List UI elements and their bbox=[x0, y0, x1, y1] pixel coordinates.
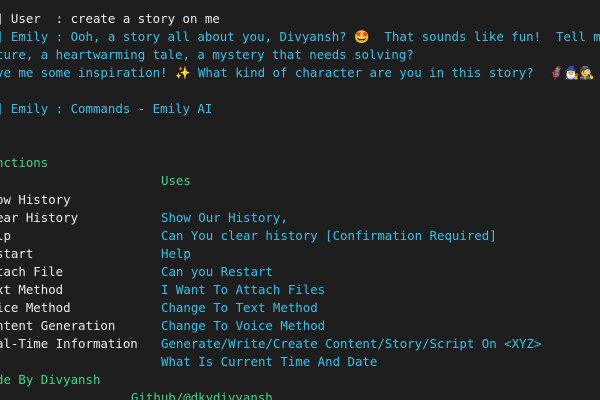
table-row: ear History Can You clear history [Confi… bbox=[0, 191, 600, 243]
emily-response-line-3: ve me some inspiration! ✨ What kind of c… bbox=[0, 65, 595, 80]
github-handle: Github/@dkydivyansh bbox=[131, 390, 273, 400]
function-use: Generate/Write/Create Content/Story/Scri… bbox=[161, 336, 542, 351]
table-row: tach File I Want To Attach Files bbox=[0, 245, 600, 297]
table-row: al-Time Information What Is Current Time… bbox=[0, 317, 600, 369]
table-row: ice Method Change To Voice Method bbox=[0, 281, 600, 333]
terminal-window[interactable]: ] User : create a story on me ] Emily : … bbox=[0, 0, 600, 400]
made-by-text: de By Divyansh bbox=[0, 372, 101, 387]
table-row: start Can you Restart bbox=[0, 227, 600, 279]
emily-commands-line: ] Emily : Commands - Emily AI bbox=[0, 101, 213, 116]
emily-response-line-2: ture, a heartwarming tale, a mystery tha… bbox=[0, 47, 414, 62]
table-row: lp Help bbox=[0, 209, 600, 261]
table-row: ow History Show Our History, bbox=[0, 173, 600, 225]
user-message-line: ] User : create a story on me bbox=[0, 11, 220, 26]
emily-response-line-1: ] Emily : Ooh, a story all about you, Di… bbox=[0, 29, 600, 44]
commands-table-header: nctions Uses bbox=[0, 136, 600, 188]
table-row: ntent Generation Generate/Write/Create C… bbox=[0, 299, 600, 351]
functions-header: nctions bbox=[0, 155, 49, 170]
function-name: al-Time Information bbox=[0, 336, 138, 351]
table-row: xt Method Change To Text Method bbox=[0, 263, 600, 315]
footer-credits: de By Divyansh Github/@dkydivyansh bbox=[0, 353, 600, 400]
